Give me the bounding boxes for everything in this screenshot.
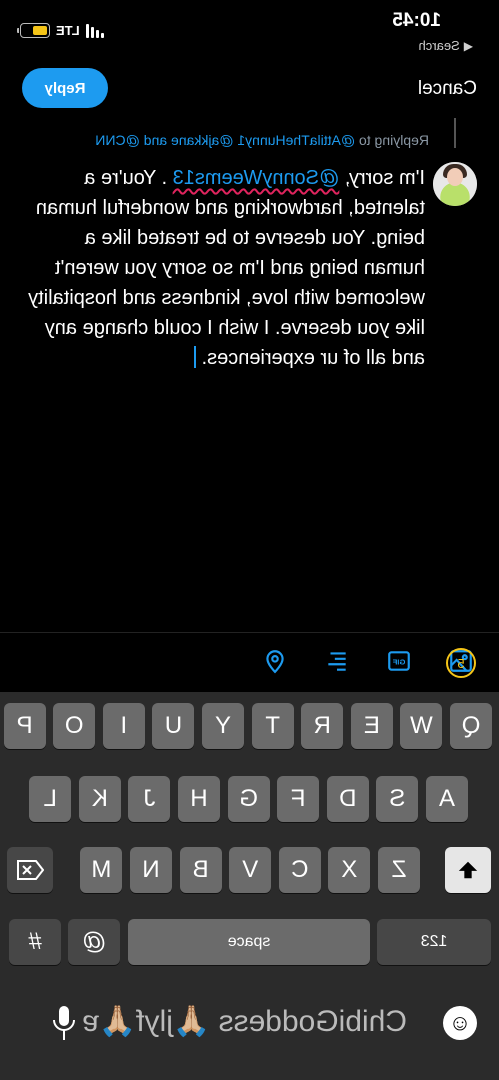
mirrored-screen: 10:45 ◀Search LTE Cancel Reply Replying … xyxy=(0,0,499,1080)
key-s[interactable]: S xyxy=(376,776,419,822)
location-icon[interactable] xyxy=(261,647,289,675)
reply-button[interactable]: Reply xyxy=(22,68,108,108)
key-u[interactable]: U xyxy=(152,703,195,749)
status-time: 10:45 xyxy=(392,10,441,31)
key-c[interactable]: C xyxy=(278,847,321,893)
signal-icon xyxy=(85,22,104,38)
key-x[interactable]: X xyxy=(328,847,371,893)
key-o[interactable]: O xyxy=(53,703,96,749)
gif-icon[interactable]: GIF xyxy=(385,647,413,675)
compose-toolbar: GIF 5 xyxy=(0,632,499,692)
cancel-button[interactable]: Cancel xyxy=(418,78,477,100)
key-e[interactable]: E xyxy=(350,703,393,749)
key-d[interactable]: D xyxy=(326,776,369,822)
key-i[interactable]: I xyxy=(102,703,145,749)
replying-to-handles[interactable]: @AttilaTheHunny1 @ajkkane and @CNN xyxy=(95,132,355,148)
key-w[interactable]: W xyxy=(400,703,443,749)
back-label: Search xyxy=(418,38,460,53)
key-m[interactable]: M xyxy=(80,847,123,893)
keyboard-bottom-bar: ☺ ChibiGoddess 🙏🏼jlyf🙏🏼ɐ xyxy=(0,992,499,1062)
key-v[interactable]: V xyxy=(229,847,272,893)
key-b[interactable]: B xyxy=(179,847,222,893)
replying-to-prefix: Replying to xyxy=(355,132,429,148)
poll-icon[interactable] xyxy=(323,647,351,675)
status-bar: 10:45 ◀Search LTE xyxy=(0,0,499,56)
shift-arrow-icon xyxy=(458,861,478,879)
microphone-icon[interactable] xyxy=(49,1004,79,1044)
back-chevron-icon: ◀ xyxy=(463,39,473,53)
tweet-text-after: . You're a talented, hardworking and won… xyxy=(28,167,425,369)
text-cursor xyxy=(193,346,196,368)
network-type: LTE xyxy=(56,22,80,38)
predictive-text[interactable]: ChibiGoddess 🙏🏼jlyf🙏🏼ɐ xyxy=(82,1004,407,1039)
delete-key[interactable] xyxy=(7,847,53,893)
space-key[interactable]: space xyxy=(128,919,370,965)
key-p[interactable]: P xyxy=(3,703,46,749)
key-j[interactable]: J xyxy=(128,776,171,822)
at-key[interactable]: @ xyxy=(68,919,120,965)
tweet-text-before: I'm sorry, xyxy=(339,167,425,189)
compose-header: Cancel Reply xyxy=(0,56,499,120)
key-r[interactable]: R xyxy=(301,703,344,749)
key-f[interactable]: F xyxy=(277,776,320,822)
key-z[interactable]: Z xyxy=(378,847,420,893)
key-n[interactable]: N xyxy=(130,847,172,893)
tweet-mention[interactable]: @SonnyWeems13 xyxy=(173,167,340,189)
battery-icon xyxy=(20,22,50,38)
key-a[interactable]: A xyxy=(426,776,468,822)
tweet-compose-field[interactable]: I'm sorry, @SonnyWeems13 . You're a tale… xyxy=(25,163,425,373)
backspace-icon xyxy=(17,860,44,880)
key-k[interactable]: K xyxy=(78,776,121,822)
key-h[interactable]: H xyxy=(178,776,220,822)
battery-level xyxy=(32,25,47,35)
key-y[interactable]: Y xyxy=(202,703,244,749)
hash-key[interactable]: # xyxy=(9,919,61,965)
gif-label: GIF xyxy=(392,657,405,666)
keyboard: QWERTYUIOP ASDFGHJKL ZXCVBNM 123 space @… xyxy=(0,692,499,1080)
replying-to-line[interactable]: Replying to @AttilaTheHunny1 @ajkkane an… xyxy=(0,132,499,148)
key-g[interactable]: G xyxy=(227,776,270,822)
character-counter: 5 xyxy=(446,648,476,678)
status-indicators: LTE xyxy=(20,20,104,40)
key-t[interactable]: T xyxy=(251,703,294,749)
key-l[interactable]: L xyxy=(29,776,72,822)
back-to-search-link[interactable]: ◀Search xyxy=(419,38,473,53)
key-q[interactable]: Q xyxy=(450,703,492,749)
numbers-key[interactable]: 123 xyxy=(377,919,491,965)
avatar xyxy=(433,162,477,206)
emoji-icon[interactable]: ☺ xyxy=(443,1006,477,1040)
shift-key[interactable] xyxy=(445,847,491,893)
